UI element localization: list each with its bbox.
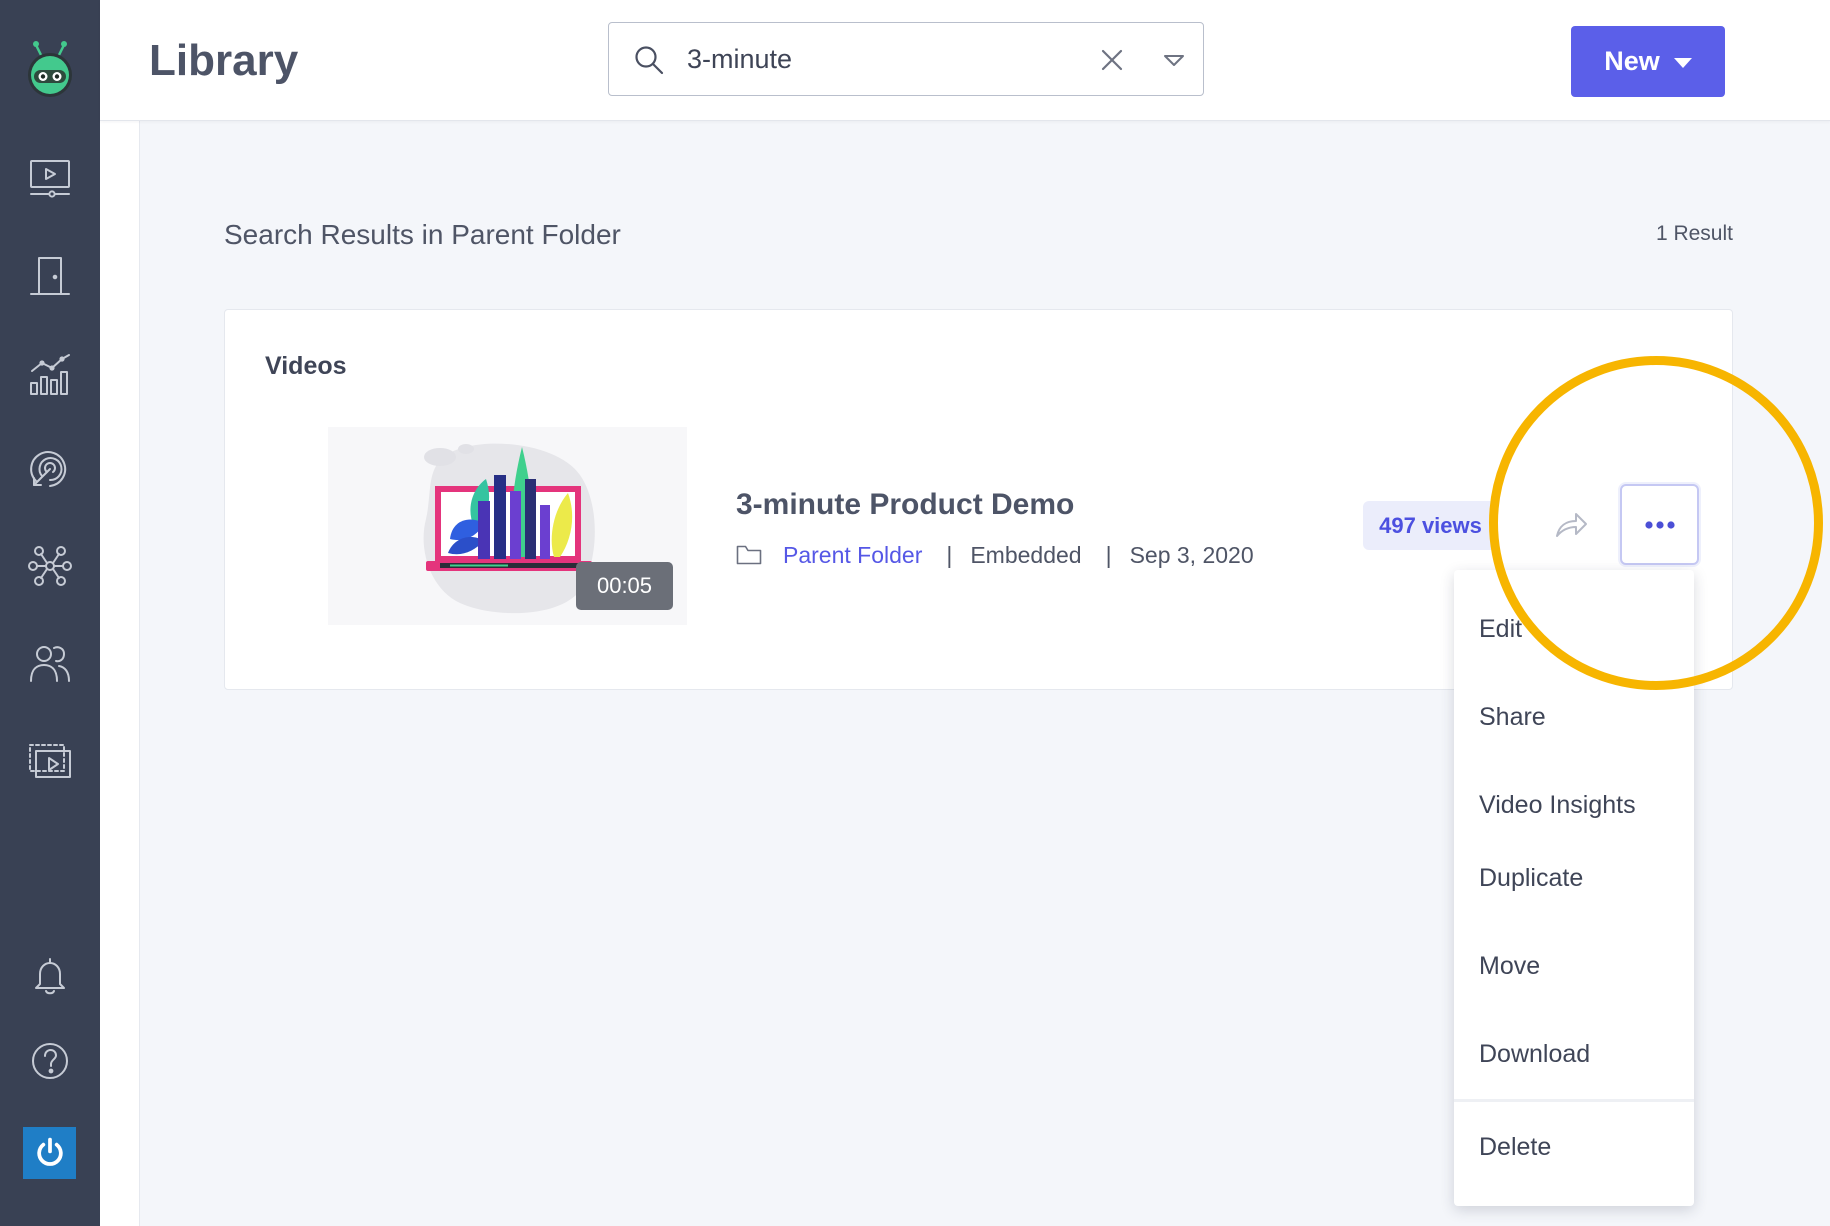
share-arrow-icon[interactable] — [1553, 509, 1589, 541]
caret-down-icon — [1673, 58, 1692, 68]
new-button[interactable]: New — [1571, 26, 1725, 97]
robot-logo-icon[interactable] — [18, 38, 82, 102]
clear-icon[interactable] — [1099, 47, 1125, 73]
sidebar — [0, 0, 100, 1226]
meta-separator: | — [1105, 541, 1112, 568]
duration-badge: 00:05 — [576, 562, 673, 610]
search-icon — [635, 46, 664, 75]
video-title[interactable]: 3-minute Product Demo — [736, 487, 1074, 523]
folder-link[interactable]: Parent Folder — [783, 542, 922, 569]
filter-caret-icon[interactable] — [1161, 49, 1187, 73]
meta-separator: | — [946, 541, 953, 568]
folder-icon — [736, 545, 762, 565]
network-nodes-icon[interactable] — [26, 542, 74, 590]
new-button-label: New — [1604, 46, 1660, 76]
embed-status: Embedded — [970, 541, 1082, 568]
menu-item-download[interactable]: Download — [1454, 1024, 1694, 1084]
views-badge[interactable]: 497 views — [1363, 501, 1498, 550]
more-dots-icon — [1644, 520, 1675, 529]
page-title: Library — [149, 36, 299, 85]
video-library-icon[interactable] — [26, 737, 74, 785]
video-monitor-icon[interactable] — [26, 155, 74, 203]
help-icon[interactable] — [26, 1037, 74, 1085]
section-title-videos: Videos — [265, 352, 347, 380]
more-options-button[interactable] — [1620, 484, 1699, 565]
search-box[interactable] — [608, 22, 1204, 96]
video-date: Sep 3, 2020 — [1129, 541, 1254, 568]
video-meta: Parent Folder | Embedded | Sep 3, 2020 — [736, 540, 1254, 570]
video-actions-menu: Edit Share Video Insights Duplicate Move… — [1454, 570, 1694, 1206]
power-button[interactable] — [23, 1127, 76, 1179]
menu-item-move[interactable]: Move — [1454, 936, 1694, 996]
app-root: Library New Search Results in Parent Fol… — [0, 0, 1830, 1226]
search-input[interactable] — [687, 23, 1067, 95]
target-icon[interactable] — [26, 445, 74, 493]
menu-item-share[interactable]: Share — [1454, 687, 1694, 747]
door-icon[interactable] — [26, 253, 74, 301]
results-count: 1 Result — [1655, 222, 1733, 245]
menu-item-delete[interactable]: Delete — [1454, 1117, 1694, 1177]
menu-item-edit[interactable]: Edit — [1454, 599, 1694, 659]
results-heading: Search Results in Parent Folder — [224, 219, 621, 250]
bell-icon[interactable] — [26, 952, 74, 1000]
menu-item-video-insights[interactable]: Video Insights — [1454, 775, 1694, 835]
analytics-chart-icon[interactable] — [26, 351, 74, 399]
people-icon[interactable] — [26, 639, 74, 687]
video-thumbnail[interactable]: 00:05 — [328, 427, 687, 625]
menu-divider — [1454, 1099, 1694, 1102]
menu-item-duplicate[interactable]: Duplicate — [1454, 848, 1694, 908]
power-icon — [36, 1137, 63, 1166]
